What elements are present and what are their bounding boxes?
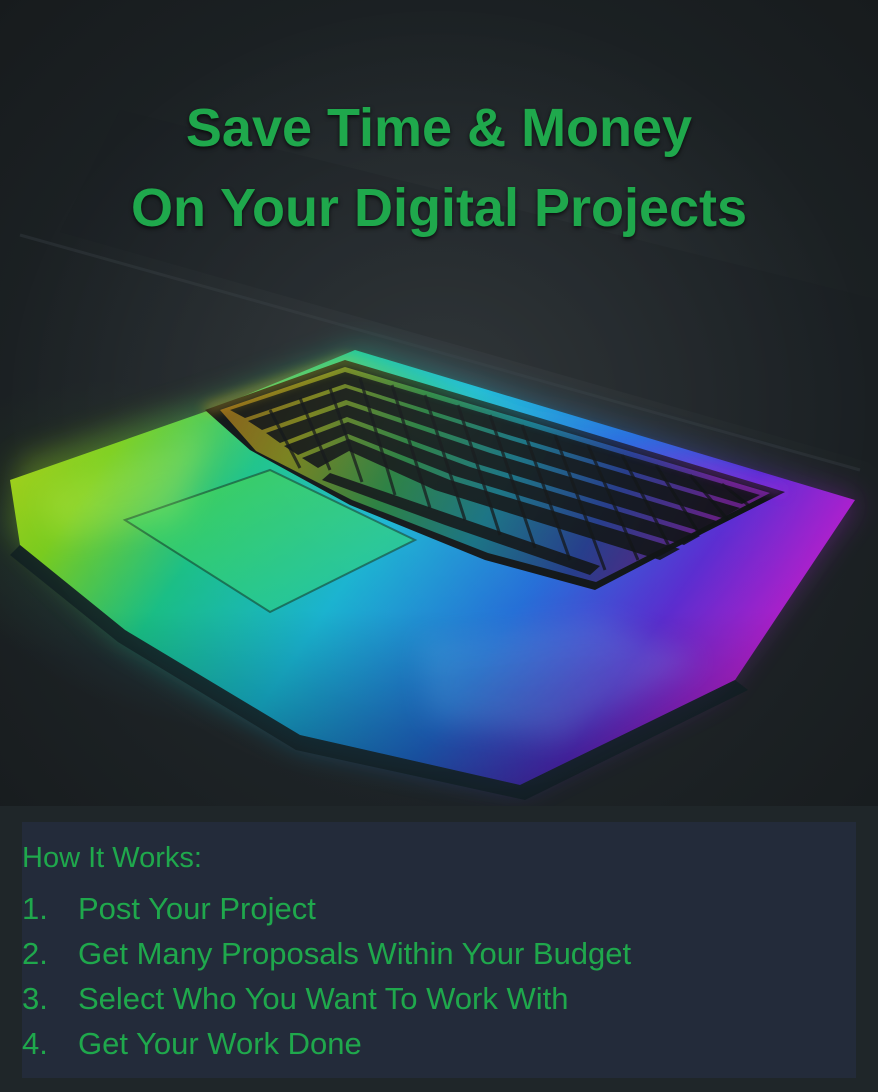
step-text: Post Your Project — [78, 891, 316, 926]
step-number: 3. — [22, 981, 48, 1016]
step-item: 2. Get Many Proposals Within Your Budget — [22, 931, 631, 976]
headline-line-2: On Your Digital Projects — [130, 178, 748, 238]
step-number: 1. — [22, 891, 48, 926]
step-item: 4. Get Your Work Done — [22, 1021, 631, 1066]
step-number: 2. — [22, 936, 48, 971]
step-item: 3. Select Who You Want To Work With — [22, 976, 631, 1021]
step-number: 4. — [22, 1026, 48, 1061]
step-text: Select Who You Want To Work With — [78, 981, 569, 1016]
how-it-works-panel: How It Works: 1. Post Your Project 2. Ge… — [0, 806, 878, 1092]
hero-image: Save Time & Money On Your Digital Projec… — [0, 0, 878, 806]
headline-line-1: Save Time & Money — [185, 98, 693, 158]
headline: Save Time & Money On Your Digital Projec… — [0, 88, 878, 248]
step-text: Get Your Work Done — [78, 1026, 362, 1061]
steps-list: 1. Post Your Project 2. Get Many Proposa… — [22, 886, 631, 1066]
step-text: Get Many Proposals Within Your Budget — [78, 936, 632, 971]
how-it-works-title: How It Works: — [22, 842, 202, 874]
step-item: 1. Post Your Project — [22, 886, 631, 931]
